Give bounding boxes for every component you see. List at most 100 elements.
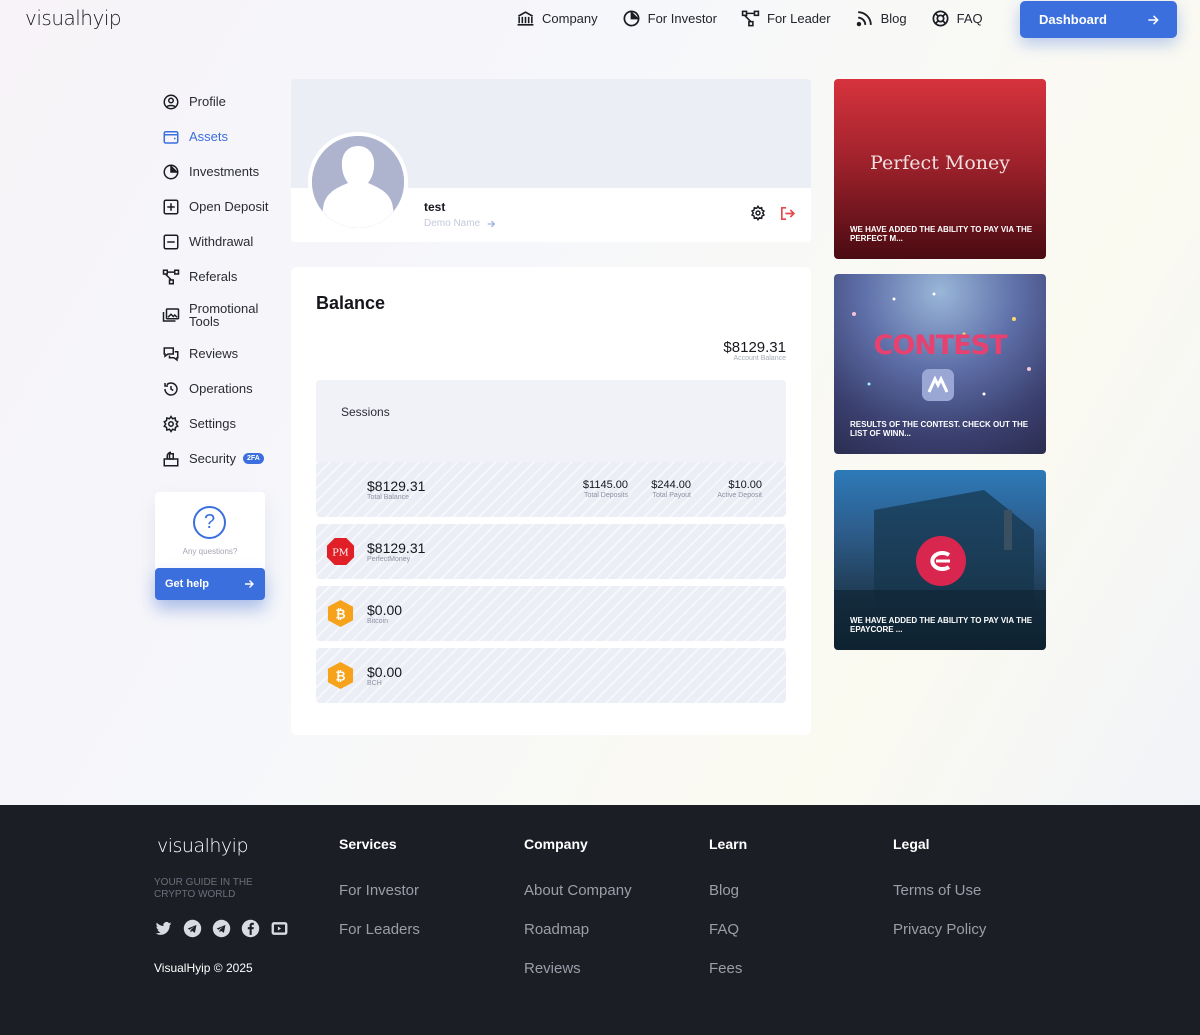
facebook-icon[interactable] — [241, 919, 260, 938]
sidebar-item-label: Withdrawal — [189, 234, 254, 249]
twitter-icon[interactable] — [154, 919, 173, 938]
settings-gear-icon[interactable] — [750, 205, 766, 221]
rss-icon — [856, 11, 872, 27]
nav-company[interactable]: Company — [516, 9, 598, 28]
wallet-icon — [163, 130, 179, 144]
footer-link[interactable]: About Company — [524, 882, 632, 921]
promo-card-perfect-money[interactable]: Perfect Money WE HAVE ADDED THE ABILITY … — [834, 79, 1046, 259]
wallet-amount: $0.00 — [367, 602, 403, 618]
svg-text:₿: ₿ — [335, 606, 345, 621]
footer-link[interactable]: Fees — [709, 960, 747, 999]
gear-icon — [163, 414, 179, 433]
stat-label: Total Deposits — [584, 492, 628, 499]
sidebar-item-label: Profile — [189, 94, 226, 109]
sidebar-item-assets[interactable]: Assets — [162, 119, 282, 154]
arrow-right-icon — [1148, 14, 1159, 25]
sidebar-item-promotional-tools[interactable]: Promotional Tools — [162, 294, 282, 336]
arrow-right-icon — [487, 220, 496, 227]
stat-value: $244.00 — [651, 479, 691, 491]
sidebar-item-withdrawal[interactable]: Withdrawal — [162, 224, 282, 259]
footer-col-title: Company — [524, 836, 588, 852]
profile-name-link[interactable]: Demo Name — [424, 218, 496, 229]
sidebar-item-label: Referals — [189, 269, 238, 284]
sidebar-item-label: Reviews — [189, 346, 239, 361]
footer-link[interactable]: Privacy Policy — [893, 921, 986, 960]
sidebar-item-reviews[interactable]: Reviews — [162, 336, 282, 371]
sidebar-item-settings[interactable]: Settings — [162, 406, 282, 441]
footer-link[interactable]: Roadmap — [524, 921, 632, 960]
promo-card-contest[interactable]: CONTEST RESULTS OF THE CONTEST. CHECK OU… — [834, 274, 1046, 454]
nav-for-leader[interactable]: For Leader — [741, 9, 831, 28]
get-help-label: Get help — [165, 578, 210, 590]
plus-square-icon — [163, 199, 179, 214]
promo-caption: WE HAVE ADDED THE ABILITY TO PAY VIA THE… — [850, 225, 1033, 243]
wallet-amount: $8129.31 — [367, 540, 426, 556]
perfect-money-logo: Perfect Money — [870, 152, 1010, 174]
total-balance-row: $8129.31 Total Balance $1145.00 Total De… — [316, 462, 786, 517]
sidebar-item-label: Open Deposit — [189, 199, 269, 214]
telegram-icon[interactable] — [183, 919, 202, 938]
logout-icon[interactable] — [779, 205, 796, 222]
arrow-right-icon — [245, 580, 254, 588]
nav-for-investor[interactable]: For Investor — [622, 9, 717, 28]
footer-link[interactable]: Terms of Use — [893, 882, 986, 921]
username: test — [424, 200, 446, 214]
wallet-row-bitcoin[interactable]: ₿ $0.00 Bitcoin — [316, 586, 786, 641]
wallet-label: BCH — [367, 680, 382, 687]
footer-col-company: Company About Company Roadmap Reviews — [524, 836, 632, 999]
avatar[interactable] — [308, 132, 408, 232]
get-help-button[interactable]: Get help — [155, 568, 265, 600]
sidebar-item-open-deposit[interactable]: Open Deposit — [162, 189, 282, 224]
sidebar-item-referals[interactable]: Referals — [162, 259, 282, 294]
svg-text:₿: ₿ — [335, 668, 345, 683]
balance-card: Balance $8129.31 Account Balance Session… — [291, 267, 811, 735]
wallet-label: Bitcoin — [367, 618, 389, 625]
sidebar-item-investments[interactable]: Investments — [162, 154, 282, 189]
sidebar-item-label: Assets — [189, 129, 229, 144]
stat-active-deposit: $10.00 Active Deposit — [717, 479, 762, 499]
footer-col-title: Learn — [709, 836, 748, 852]
stat-label: Total Payout — [652, 492, 691, 499]
nav-blog[interactable]: Blog — [855, 9, 907, 28]
nav-label: For Investor — [647, 11, 717, 26]
nav-faq[interactable]: FAQ — [931, 9, 983, 28]
dashboard-button[interactable]: Dashboard — [1020, 1, 1177, 38]
footer-link[interactable]: Blog — [709, 882, 747, 921]
stat-label: Active Deposit — [717, 492, 762, 499]
sidebar-item-label: Security — [189, 451, 236, 466]
profile-link-label: Demo Name — [424, 218, 481, 229]
sidebar-item-label: Operations — [189, 381, 253, 396]
chat-icon — [163, 346, 179, 361]
promo-card-epaycore[interactable]: WE HAVE ADDED THE ABILITY TO PAY VIA THE… — [834, 470, 1046, 650]
footer-link[interactable]: FAQ — [709, 921, 747, 960]
sidebar-item-security[interactable]: Security 2FA — [162, 441, 282, 476]
stat-total-deposits: $1145.00 Total Deposits — [583, 479, 628, 499]
footer-col-learn: Learn Blog FAQ Fees — [709, 836, 747, 999]
help-card: ? Any questions? Get help — [155, 492, 265, 600]
main-nav: Company For Investor For Leader Blog FAQ — [516, 9, 983, 28]
wallet-row-perfectmoney[interactable]: PM $8129.31 PerfectMoney — [316, 524, 786, 579]
footer-link[interactable]: For Investor — [339, 882, 420, 921]
sidebar-item-label: Promotional Tools — [189, 301, 259, 329]
footer-col-legal: Legal Terms of Use Privacy Policy — [893, 836, 986, 960]
sidebar-nav: Profile Assets Investments Open Deposit … — [162, 84, 282, 476]
wallet-row-bch[interactable]: ₿ $0.00 BCH — [316, 648, 786, 703]
footer-col-title: Services — [339, 836, 397, 852]
epaycore-logo-icon — [916, 536, 966, 586]
sidebar-item-profile[interactable]: Profile — [162, 84, 282, 119]
site-logo[interactable]: visualhyip — [25, 6, 122, 30]
youtube-icon[interactable] — [270, 919, 289, 938]
sidebar-item-operations[interactable]: Operations — [162, 371, 282, 406]
svg-text:PM: PM — [332, 547, 348, 558]
minus-square-icon — [163, 234, 179, 249]
nav-label: Blog — [880, 11, 907, 26]
footer-logo[interactable]: visualhyip — [157, 835, 249, 857]
wallet-label: PerfectMoney — [367, 556, 411, 563]
footer-link[interactable]: For Leaders — [339, 921, 420, 960]
help-text: Any questions? — [182, 547, 238, 556]
footer-link[interactable]: Reviews — [524, 960, 632, 999]
history-icon — [164, 381, 178, 396]
telegram-icon[interactable] — [212, 919, 231, 938]
stat-value: $10.00 — [728, 479, 762, 491]
sidebar-item-label: Investments — [189, 164, 260, 179]
